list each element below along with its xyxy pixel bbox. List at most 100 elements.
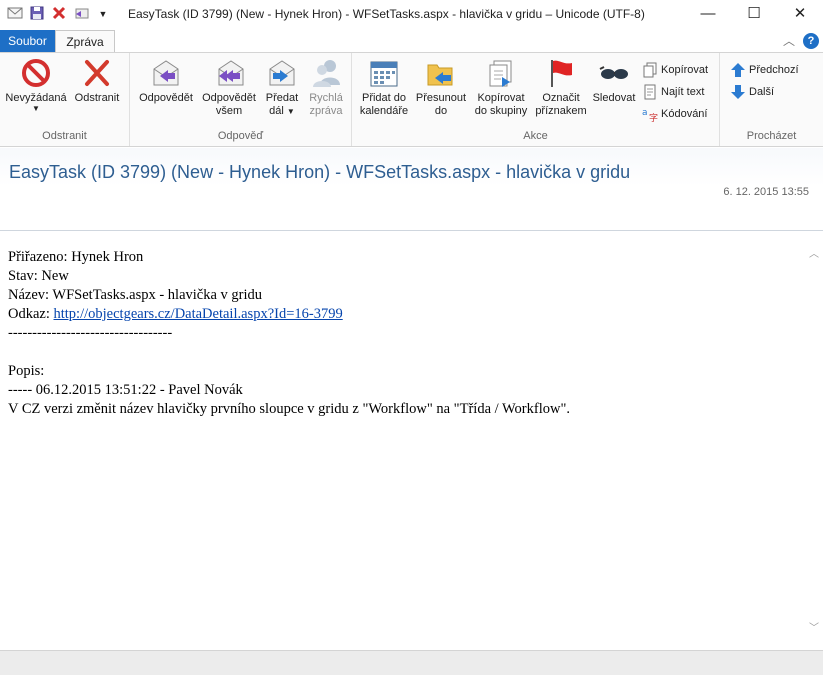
calendar-label-1: Přidat do [361,92,407,104]
find-document-icon [642,84,658,100]
collapse-ribbon-icon[interactable]: ︿ [783,32,795,49]
forward-label-2: dál ▼ [269,105,295,117]
flag-button[interactable]: Označit příznakem [532,57,590,118]
ribbon-tabs: Soubor Zpráva ︿ ? [0,30,823,52]
folder-icon [425,57,457,89]
maximize-button[interactable]: ☐ [731,0,777,29]
actions-group-label: Akce [523,130,548,142]
copy-group-label-2: do skupiny [474,105,528,117]
delete-label: Odstranit [74,92,120,104]
reply-button[interactable]: Odpovědět [134,57,198,105]
scroll-up-icon[interactable]: ︿ [809,245,819,260]
find-label: Najít text [661,86,705,98]
people-icon [310,57,342,89]
envelope-icon[interactable] [6,5,24,23]
tab-right-icons: ︿ ? [783,32,819,49]
copy-group-label-1: Kopírovat [477,92,525,104]
find-text-button[interactable]: Najít text [642,84,704,100]
copy-label: Kopírovat [661,64,709,76]
flag-icon [545,57,577,89]
description-meta: ----- 06.12.2015 13:51:22 - Pavel Novák [8,382,243,398]
forward-button[interactable]: Předat dál ▼ [260,57,304,118]
link-line: Odkaz: http://objectgears.cz/DataDetail.… [8,306,343,323]
message-subject: EasyTask (ID 3799) (New - Hynek Hron) - … [9,162,631,182]
im-label-1: Rychlá [309,92,343,104]
svg-text:字: 字 [649,112,658,122]
delete-icon[interactable] [50,5,68,23]
flag-label-1: Označit [542,92,580,104]
next-label: Další [749,86,775,98]
description-text: V CZ verzi změnit název hlavičky prvního… [8,401,570,417]
name-line: Název: WFSetTasks.aspx - hlavička v grid… [8,287,263,303]
message-date: 6. 12. 2015 13:55 [723,186,809,198]
chevron-down-icon: ▼ [32,104,40,113]
previous-label: Předchozí [749,64,799,76]
delete-group: Nevyžádaná ▼ Odstranit Odstranit [0,53,130,146]
tab-message[interactable]: Zpráva [55,30,115,52]
svg-text:a: a [642,108,648,118]
chevron-down-icon: ▼ [286,107,295,116]
im-label-2: zpráva [309,105,343,117]
reply-envelope-icon [150,57,182,89]
separator-line: ---------------------------------- [8,325,173,341]
reply-all-button[interactable]: Odpovědět všem [198,57,260,118]
encoding-button[interactable]: a字 Kódování [642,106,708,124]
ribbon: Nevyžádaná ▼ Odstranit Odstranit Odpověd… [0,52,823,147]
calendar-icon [368,57,400,89]
delete-group-label: Odstranit [42,130,87,142]
task-link[interactable]: http://objectgears.cz/DataDetail.aspx?Id… [54,306,343,322]
copy-to-group-button[interactable]: Kopírovat do skupiny [470,57,532,118]
reply-label: Odpovědět [139,92,193,104]
encoding-icon: a字 [642,106,658,124]
arrow-down-icon [730,84,746,100]
junk-icon [20,57,52,89]
delete-x-icon [81,57,113,89]
move-label-1: Přesunout [415,92,467,104]
message-header: EasyTask (ID 3799) (New - Hynek Hron) - … [0,148,823,231]
tab-file[interactable]: Soubor [0,30,55,52]
calendar-label-2: kalendáře [359,105,409,117]
watch-button[interactable]: Sledovat [590,57,638,105]
close-button[interactable]: ✕ [777,0,823,29]
minimize-button[interactable]: — [685,0,731,29]
move-to-button[interactable]: Přesunout do [412,57,470,118]
reply-all-label-2: všem [215,105,243,117]
im-button[interactable]: Rychlá zpráva [304,57,348,118]
delete-button[interactable]: Odstranit [68,57,126,105]
reply-icon[interactable] [72,5,90,23]
encoding-label: Kódování [661,108,708,120]
title-bar: ▼ EasyTask (ID 3799) (New - Hynek Hron) … [0,0,823,29]
quick-access-toolbar: ▼ [6,5,112,23]
assigned-line: Přiřazeno: Hynek Hron [8,249,144,265]
link-label: Odkaz: [8,306,54,322]
reply-all-icon [213,57,245,89]
copy-icon [642,62,658,78]
watch-label: Sledovat [592,92,636,104]
respond-group: Odpovědět Odpovědět všem Předat dál ▼ Ry… [130,53,352,146]
junk-button[interactable]: Nevyžádaná ▼ [4,57,68,113]
help-icon[interactable]: ? [803,32,819,49]
respond-group-label: Odpověď [217,130,264,142]
message-body: Přiřazeno: Hynek Hron Stav: New Název: W… [0,231,806,649]
window-title: EasyTask (ID 3799) (New - Hynek Hron) - … [128,7,645,21]
description-label: Popis: [8,363,45,379]
reply-all-label-1: Odpovědět [202,92,256,104]
forward-label-1: Předat [265,92,299,104]
customize-chevron-icon[interactable]: ▼ [94,5,112,23]
scroll-down-icon[interactable]: ﹀ [809,619,819,634]
copy-button[interactable]: Kopírovat [642,62,708,78]
move-label-2: do [434,105,448,117]
actions-group: Přidat do kalendáře Přesunout do Kopírov… [352,53,720,146]
save-icon[interactable] [28,5,46,23]
forward-icon [266,57,298,89]
add-to-calendar-button[interactable]: Přidat do kalendáře [356,57,412,118]
flag-label-2: příznakem [535,105,587,117]
previous-button[interactable]: Předchozí [730,62,799,78]
browse-group: Předchozí Další Procházet [720,53,823,146]
body-scrollbar[interactable]: ︿ ﹀ [806,231,823,649]
state-line: Stav: New [8,268,69,284]
glasses-icon [598,57,630,89]
next-button[interactable]: Další [730,84,774,100]
copy-document-icon [485,57,517,89]
arrow-up-icon [730,62,746,78]
